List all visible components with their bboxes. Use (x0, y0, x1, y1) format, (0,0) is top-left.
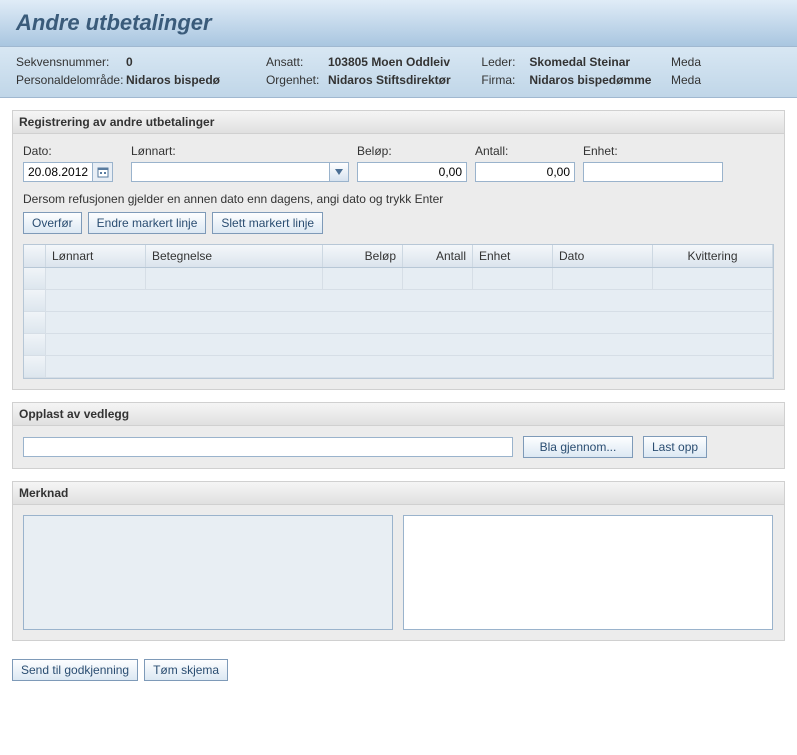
grid-cell[interactable] (46, 334, 773, 356)
personaldelomrade-label: Personaldelområde: (16, 73, 126, 87)
table-row[interactable] (24, 290, 773, 312)
merknad-section: Merknad (12, 481, 785, 641)
ansatt-value: 103805 Moen Oddleiv (328, 55, 450, 69)
row-selector[interactable] (24, 312, 46, 334)
lonnart-label: Lønnart: (131, 144, 349, 162)
chevron-down-icon (335, 169, 343, 175)
opplast-heading: Opplast av vedlegg (12, 402, 785, 426)
enhet-label: Enhet: (583, 144, 723, 162)
grid-header-row: Lønnart Betegnelse Beløp Antall Enhet Da… (24, 245, 773, 268)
row-selector[interactable] (24, 356, 46, 378)
grid-header-antall[interactable]: Antall (403, 245, 473, 267)
grid-cell[interactable] (46, 268, 146, 290)
grid-header-select (24, 245, 46, 267)
ansatt-label: Ansatt: (266, 55, 328, 69)
grid-cell[interactable] (46, 312, 773, 334)
calendar-icon[interactable] (93, 162, 113, 182)
tom-skjema-button[interactable]: Tøm skjema (144, 659, 228, 681)
orgenhet-value: Nidaros Stiftsdirektør (328, 73, 451, 87)
grid-header-enhet[interactable]: Enhet (473, 245, 553, 267)
merknad-heading: Merknad (12, 481, 785, 505)
belop-input[interactable] (357, 162, 467, 182)
footer-buttons: Send til godkjenning Tøm skjema (12, 659, 785, 681)
lonnart-input[interactable] (131, 162, 329, 182)
grid-cell[interactable] (146, 268, 323, 290)
header-ansatt: Ansatt: 103805 Moen Oddleiv (266, 53, 481, 71)
firma-value: Nidaros bispedømme (529, 73, 651, 87)
endre-markert-linje-button[interactable]: Endre markert linje (88, 212, 207, 234)
sekvensnummer-label: Sekvensnummer: (16, 55, 126, 69)
merknad-right-textarea[interactable] (403, 515, 773, 630)
browse-button[interactable]: Bla gjennom... (523, 436, 633, 458)
header-info-panel: Sekvensnummer: 0 Ansatt: 103805 Moen Odd… (0, 47, 797, 98)
table-row[interactable] (24, 312, 773, 334)
sekvensnummer-value: 0 (126, 55, 133, 69)
leder-value: Skomedal Steinar (529, 55, 630, 69)
merknad-left-textarea (23, 515, 393, 630)
grid-header-dato[interactable]: Dato (553, 245, 653, 267)
send-til-godkjenning-button[interactable]: Send til godkjenning (12, 659, 138, 681)
registrering-heading: Registrering av andre utbetalinger (12, 110, 785, 134)
table-row[interactable] (24, 356, 773, 378)
firma-label: Firma: (481, 73, 529, 87)
table-row[interactable] (24, 268, 773, 290)
grid-cell[interactable] (46, 356, 773, 378)
header-orgenhet: Orgenhet: Nidaros Stiftsdirektør (266, 71, 481, 89)
grid-cell[interactable] (403, 268, 473, 290)
table-row[interactable] (24, 334, 773, 356)
lonnart-dropdown-button[interactable] (329, 162, 349, 182)
meda1-label: Meda (671, 55, 781, 69)
opplast-section: Opplast av vedlegg Bla gjennom... Last o… (12, 402, 785, 469)
grid-header-kvittering[interactable]: Kvittering (653, 245, 773, 267)
personaldelomrade-value: Nidaros bispedø (126, 73, 220, 87)
enhet-input[interactable] (583, 162, 723, 182)
belop-label: Beløp: (357, 144, 467, 162)
registrering-section: Registrering av andre utbetalinger Dato:… (12, 110, 785, 390)
antall-label: Antall: (475, 144, 575, 162)
grid-header-betegnelse[interactable]: Betegnelse (146, 245, 323, 267)
grid-body (24, 268, 773, 378)
grid-cell[interactable] (653, 268, 773, 290)
dato-input[interactable] (23, 162, 93, 182)
slett-markert-linje-button[interactable]: Slett markert linje (212, 212, 323, 234)
meda2-label: Meda (671, 73, 781, 87)
row-selector[interactable] (24, 268, 46, 290)
grid-cell[interactable] (323, 268, 403, 290)
upload-button[interactable]: Last opp (643, 436, 707, 458)
header-meda1: Meda (671, 53, 781, 71)
header-sekvensnummer: Sekvensnummer: 0 (16, 53, 266, 71)
grid-cell[interactable] (473, 268, 553, 290)
row-selector[interactable] (24, 290, 46, 312)
row-selector[interactable] (24, 334, 46, 356)
leder-label: Leder: (481, 55, 529, 69)
dato-hint: Dersom refusjonen gjelder en annen dato … (23, 192, 774, 206)
grid-cell[interactable] (46, 290, 773, 312)
orgenhet-label: Orgenhet: (266, 73, 328, 87)
antall-input[interactable] (475, 162, 575, 182)
dato-label: Dato: (23, 144, 123, 162)
grid-cell[interactable] (553, 268, 653, 290)
utbetalinger-grid: Lønnart Betegnelse Beløp Antall Enhet Da… (23, 244, 774, 379)
grid-header-lonnart[interactable]: Lønnart (46, 245, 146, 267)
file-path-input[interactable] (23, 437, 513, 457)
header-meda2: Meda (671, 71, 781, 89)
page-title: Andre utbetalinger (16, 10, 781, 36)
header-personaldelomrade: Personaldelområde: Nidaros bispedø (16, 71, 266, 89)
title-bar: Andre utbetalinger (0, 0, 797, 47)
header-leder: Leder: Skomedal Steinar (481, 53, 671, 71)
grid-header-belop[interactable]: Beløp (323, 245, 403, 267)
header-firma: Firma: Nidaros bispedømme (481, 71, 671, 89)
overfor-button[interactable]: Overfør (23, 212, 82, 234)
